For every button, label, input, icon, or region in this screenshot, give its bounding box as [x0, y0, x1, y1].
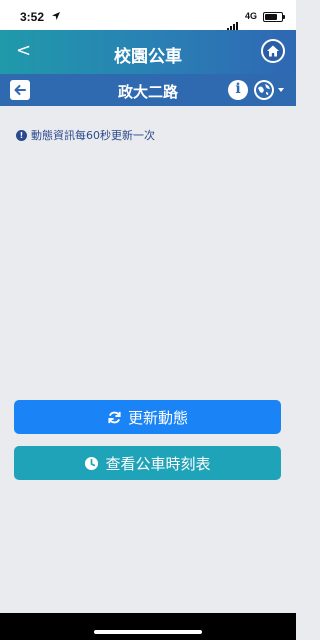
home-icon [267, 45, 279, 57]
refresh-label: 更新動態 [127, 408, 188, 427]
notice-text: 動態資訊每60秒更新一次 [31, 129, 155, 142]
home-button[interactable] [261, 39, 285, 63]
home-indicator-area [0, 613, 296, 640]
language-button[interactable] [254, 80, 274, 100]
schedule-button[interactable]: 查看公車時刻表 [14, 446, 281, 480]
globe-icon [256, 82, 272, 98]
refresh-notice: ! 動態資訊每60秒更新一次 [16, 127, 155, 143]
app-header: < 校園公車 [0, 30, 296, 74]
route-name: 政大二路 [117, 83, 178, 101]
info-icon: i [235, 81, 241, 97]
network-label: 4G [245, 11, 258, 21]
battery-icon [263, 12, 285, 22]
clock-icon [85, 456, 99, 470]
schedule-label: 查看公車時刻表 [105, 454, 211, 473]
home-indicator[interactable] [94, 630, 202, 634]
signal-icon [227, 12, 239, 31]
route-bar: 政大二路 i [0, 74, 296, 106]
refresh-button[interactable]: 更新動態 [14, 400, 281, 434]
info-button[interactable]: i [228, 80, 248, 100]
refresh-icon [108, 411, 121, 423]
page-title: 校園公車 [114, 47, 182, 67]
status-bar: 3:52 4G [0, 0, 296, 31]
exclamation-circle-icon: ! [16, 129, 27, 141]
location-arrow-icon [52, 12, 60, 20]
status-time: 3:52 [20, 10, 45, 24]
chevron-down-icon [278, 88, 284, 92]
